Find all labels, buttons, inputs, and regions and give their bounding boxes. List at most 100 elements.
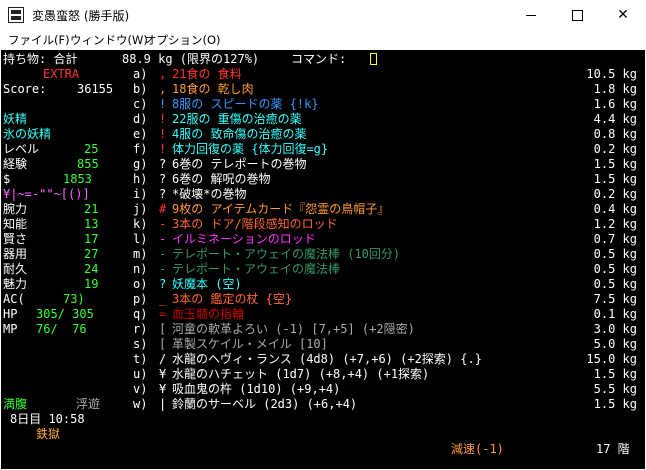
minimize-button[interactable] [508, 0, 554, 30]
item-key: l) [133, 232, 148, 246]
item-weight: 0.4 kg [593, 202, 637, 216]
item-key: j) [133, 202, 148, 216]
item-weight: 1.5 kg [593, 367, 637, 381]
item-symbol: - [159, 232, 167, 246]
window-title: 変愚蛮怒 (勝手版) [32, 9, 130, 23]
item-symbol: - [159, 262, 167, 276]
mp-label: MP [3, 322, 18, 336]
item-key: k) [133, 217, 148, 231]
game-window: 変愚蛮怒 (勝手版) ✕ ファイル(F) ウィンドウ(W) オプション(O) 持… [0, 0, 646, 470]
item-key: m) [133, 247, 148, 261]
stat-value: 13 [84, 217, 99, 231]
day-time: 8日目 10:58 [10, 412, 85, 426]
speed-status: 減速(-1) [451, 442, 504, 456]
item-weight: 0.5 kg [593, 277, 637, 291]
game-terminal[interactable]: 持ち物: 合計 88.9 kg (限界の127%) コマンド: EXTRA Sc… [1, 50, 645, 469]
maximize-button[interactable] [554, 0, 600, 30]
item-name: 4服の 致命傷の治癒の薬 [172, 127, 307, 141]
item-symbol: _ [159, 292, 167, 306]
menu-bar: ファイル(F) ウィンドウ(W) オプション(O) [0, 30, 646, 50]
item-symbol: , [159, 82, 167, 96]
item-name: 9枚の アイテムカード『怨霊の鳥帽子』 [172, 202, 390, 216]
stat-value: 21 [84, 202, 99, 216]
item-symbol: - [159, 217, 167, 231]
item-name: *破壊*の巻物 [172, 187, 247, 201]
item-key: i) [133, 187, 148, 201]
item-weight: 3.0 kg [593, 322, 637, 336]
item-symbol: [ [159, 337, 167, 351]
item-name: テレポート・アウェイの魔法棒 (10回分) [172, 247, 401, 261]
close-button[interactable]: ✕ [600, 0, 646, 30]
item-weight: 0.2 kg [593, 142, 637, 156]
item-weight: 1.8 kg [593, 82, 637, 96]
ac-label: AC( [3, 292, 25, 306]
inventory-total-weight: 88.9 kg (限界の127%) [122, 52, 260, 66]
item-name: 革製スケイル・メイル [10] [172, 337, 328, 351]
item-key: f) [133, 142, 148, 156]
item-weight: 1.2 kg [593, 217, 637, 231]
item-name: 体力回復の薬 {体力回復=g} [172, 142, 329, 156]
ac-value: 73) [63, 292, 85, 306]
item-name: 妖魔本 (空) [172, 277, 242, 291]
stat-label: 魅力 [3, 277, 28, 291]
stat-label: 知能 [3, 217, 28, 231]
item-key: g) [133, 157, 148, 171]
item-symbol: ¥ [159, 367, 167, 381]
hunger-status: 満腹 [3, 397, 28, 411]
item-name: 6巻の 解呪の巻物 [172, 172, 271, 186]
item-symbol: , [159, 67, 167, 81]
level-value: 25 [84, 142, 99, 156]
stat-value: 24 [84, 262, 99, 276]
item-symbol: | [159, 397, 167, 411]
inventory-header-label: 持ち物: 合計 [3, 52, 78, 66]
item-name: 21食の 食料 [172, 67, 242, 81]
item-weight: 15.0 kg [586, 352, 637, 366]
app-icon[interactable] [8, 7, 24, 23]
menu-file[interactable]: ファイル(F) [8, 32, 70, 48]
item-weight: 0.8 kg [593, 127, 637, 141]
item-name: 水龍のヘヴィ・ランス (4d8) (+7,+6) (+2探索) {.} [172, 352, 482, 366]
item-symbol: ? [159, 157, 167, 171]
stat-value: 27 [84, 247, 99, 261]
item-weight: 1.5 kg [593, 157, 637, 171]
item-name: イルミネーションのロッド [172, 232, 316, 246]
hp-label: HP [3, 307, 18, 321]
item-key: n) [133, 262, 148, 276]
mp-value: 76/ 76 [36, 322, 87, 336]
item-weight: 1.6 kg [593, 97, 637, 111]
item-name: 8服の スピードの薬 {!k} [172, 97, 319, 111]
item-symbol: [ [159, 322, 167, 336]
class-name: 氷の妖精 [3, 127, 52, 141]
item-weight: 0.5 kg [593, 247, 637, 261]
stat-label: 耐久 [3, 262, 28, 276]
item-symbol: ! [159, 97, 167, 111]
item-name: 鈴蘭のサーベル (2d3) (+6,+4) [172, 397, 358, 411]
maximize-icon [571, 9, 583, 21]
item-weight: 5.5 kg [593, 382, 637, 396]
item-weight: 10.5 kg [586, 67, 637, 81]
item-key: s) [133, 337, 148, 351]
item-name: 3本の ドア/階段感知のロッド [172, 217, 338, 231]
item-key: u) [133, 367, 148, 381]
menu-window[interactable]: ウィンドウ(W) [70, 32, 148, 48]
item-symbol: ? [159, 187, 167, 201]
command-prompt: コマンド: [291, 52, 347, 66]
item-key: w) [133, 397, 148, 411]
item-symbol: # [159, 202, 167, 216]
item-weight: 5.0 kg [593, 337, 637, 351]
gold-label: $ [3, 172, 11, 186]
item-name: テレポート・アウェイの魔法棒 [172, 262, 341, 276]
item-symbol: ! [159, 142, 167, 156]
item-symbol: = [159, 307, 167, 321]
item-name: 血玉髄の指輪 [172, 307, 245, 321]
item-symbol: ¥ [159, 382, 167, 396]
item-key: d) [133, 112, 148, 126]
item-weight: 0.2 kg [593, 187, 637, 201]
item-symbol: ! [159, 112, 167, 126]
stat-value: 17 [84, 232, 99, 246]
item-weight: 0.5 kg [593, 262, 637, 276]
title-bar[interactable]: 変愚蛮怒 (勝手版) ✕ [0, 0, 646, 30]
menu-options[interactable]: オプション(O) [145, 32, 221, 48]
item-key: q) [133, 307, 148, 321]
item-name: 河童の軟革よろい (-1) [7,+5] (+2隠密) [172, 322, 415, 336]
